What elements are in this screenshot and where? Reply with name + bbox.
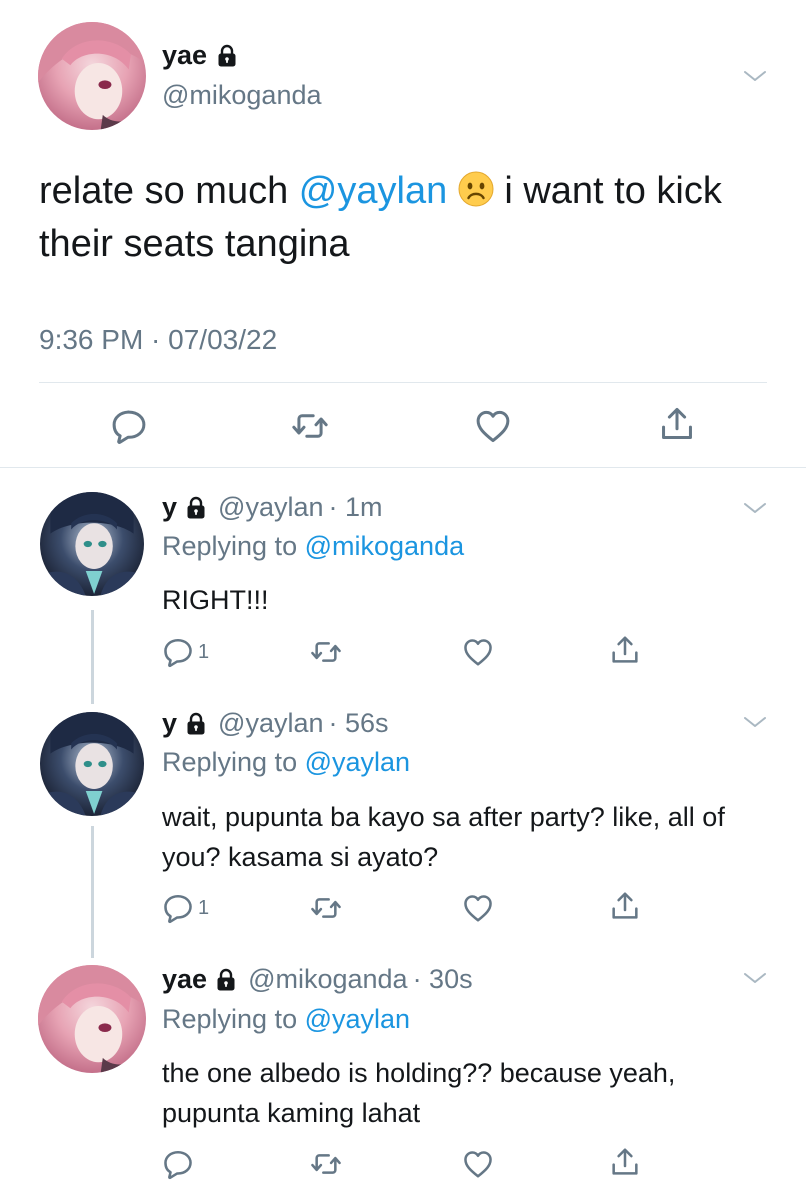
- reply-count: 1: [198, 896, 210, 919]
- frown-emoji-icon: [458, 169, 494, 207]
- chevron-down-icon[interactable]: [740, 66, 770, 86]
- reply-icon[interactable]: [110, 407, 148, 445]
- tweet-text-start: relate so much: [39, 170, 299, 212]
- reply-icon[interactable]: [162, 892, 194, 924]
- tweet-text: relate so much @yaylan i want to kick th…: [39, 165, 779, 271]
- share-icon[interactable]: [609, 634, 641, 666]
- retweet-icon[interactable]: [310, 1148, 342, 1180]
- replying-to-link[interactable]: @mikoganda: [305, 531, 465, 561]
- chevron-down-icon[interactable]: [740, 712, 770, 732]
- heart-icon[interactable]: [462, 636, 494, 668]
- replying-to-label: Replying to: [162, 1004, 298, 1034]
- tweet-age[interactable]: · 1m: [329, 492, 383, 523]
- avatar[interactable]: [38, 22, 146, 130]
- heart-icon[interactable]: [462, 1148, 494, 1180]
- author-row: yae @mikoganda · 30s: [162, 964, 473, 995]
- retweet-icon[interactable]: [310, 636, 342, 668]
- handle[interactable]: @yaylan: [218, 708, 323, 739]
- reply-icon[interactable]: [162, 1148, 194, 1180]
- heart-icon[interactable]: [462, 892, 494, 924]
- replying-to-link[interactable]: @yaylan: [305, 747, 410, 777]
- replying-to: Replying to @yaylan: [162, 1004, 410, 1035]
- retweet-icon[interactable]: [310, 892, 342, 924]
- reply-text: RIGHT!!!: [162, 585, 269, 615]
- author-row: y @yaylan · 56s: [162, 708, 389, 739]
- reply-count: 1: [198, 640, 210, 663]
- reply-action[interactable]: 1: [162, 892, 209, 924]
- handle[interactable]: @yaylan: [218, 492, 323, 523]
- share-icon[interactable]: [609, 890, 641, 922]
- replying-to-label: Replying to: [162, 531, 298, 561]
- chevron-down-icon[interactable]: [740, 498, 770, 518]
- share-icon[interactable]: [609, 1146, 641, 1178]
- reply-action[interactable]: [162, 1148, 198, 1180]
- reply-text: the one albedo is holding?? because yeah…: [162, 1058, 676, 1128]
- replying-to-link[interactable]: @yaylan: [305, 1004, 410, 1034]
- avatar[interactable]: [38, 965, 146, 1073]
- display-name[interactable]: y: [162, 492, 177, 523]
- handle[interactable]: @mikoganda: [248, 964, 408, 995]
- lock-icon: [215, 43, 239, 68]
- heart-icon[interactable]: [474, 407, 512, 445]
- reply-action[interactable]: 1: [162, 636, 209, 668]
- lock-icon: [214, 967, 238, 992]
- tweet-age[interactable]: · 56s: [329, 708, 389, 739]
- avatar[interactable]: [40, 712, 144, 816]
- handle[interactable]: @mikoganda: [162, 80, 322, 111]
- avatar[interactable]: [40, 492, 144, 596]
- display-name[interactable]: yae: [162, 964, 207, 995]
- lock-icon: [184, 711, 208, 736]
- display-name[interactable]: y: [162, 708, 177, 739]
- share-icon[interactable]: [658, 405, 696, 443]
- retweet-icon[interactable]: [291, 407, 329, 445]
- section-divider: [0, 467, 806, 468]
- display-name[interactable]: yae: [162, 40, 207, 71]
- mention-link[interactable]: @yaylan: [299, 170, 447, 212]
- divider: [39, 382, 767, 383]
- reply-text: wait, pupunta ba kayo sa after party? li…: [162, 802, 725, 872]
- lock-icon: [184, 495, 208, 520]
- author-name-row: yae: [162, 40, 239, 71]
- author-row: y @yaylan · 1m: [162, 492, 383, 523]
- timestamp[interactable]: 9:36 PM · 07/03/22: [39, 324, 277, 356]
- replying-to-label: Replying to: [162, 747, 298, 777]
- tweet-age[interactable]: · 30s: [413, 964, 473, 995]
- replying-to: Replying to @yaylan: [162, 747, 410, 778]
- reply-icon[interactable]: [162, 636, 194, 668]
- replying-to: Replying to @mikoganda: [162, 531, 464, 562]
- thread-line: [91, 826, 94, 958]
- chevron-down-icon[interactable]: [740, 968, 770, 988]
- thread-line: [91, 610, 94, 704]
